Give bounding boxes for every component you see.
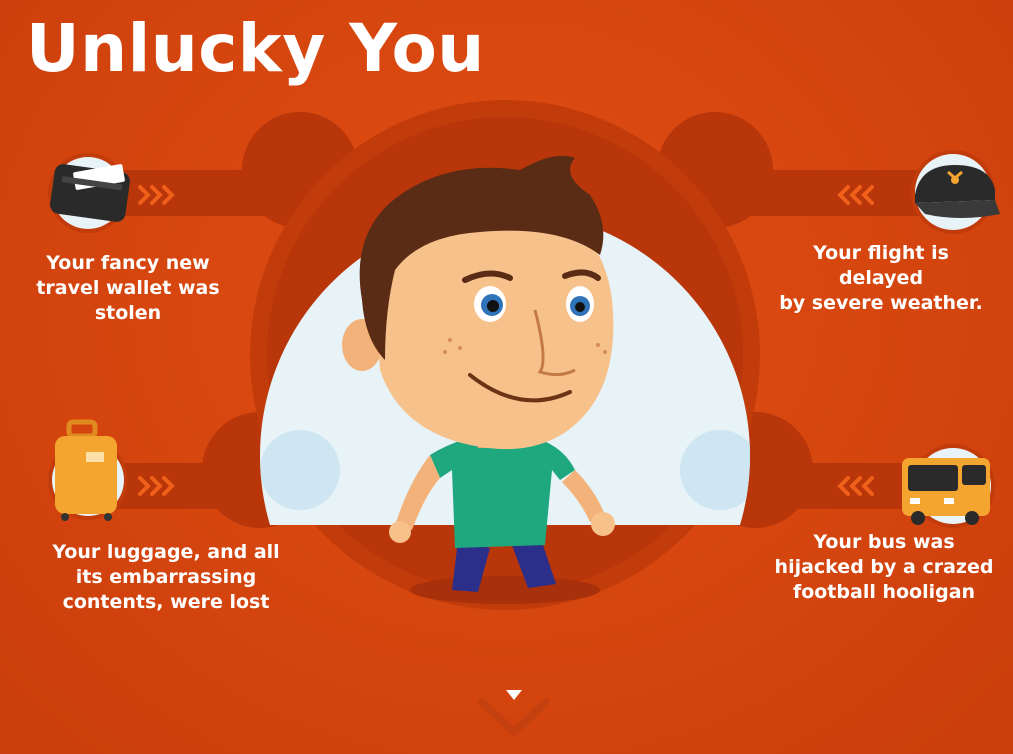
chevron-left-icon	[837, 185, 874, 496]
pilot-cap-icon	[911, 150, 1000, 234]
scene-illustration	[48, 100, 1000, 736]
caption-luggage: Your luggage, and all its embarrassing c…	[52, 541, 280, 613]
caption-bus: Your bus was hijacked by a crazed footba…	[774, 531, 994, 603]
bus-icon	[902, 444, 995, 528]
chevron-right-icon	[138, 185, 175, 496]
caption-flight: Your flight is delayed by severe weather…	[779, 242, 983, 314]
caption-wallet: Your fancy new travel wallet was stolen	[36, 252, 220, 324]
scroll-down-icon	[478, 690, 550, 736]
wallet-icon	[48, 153, 130, 233]
ground-shadow	[410, 576, 600, 604]
luggage-icon	[48, 419, 128, 521]
